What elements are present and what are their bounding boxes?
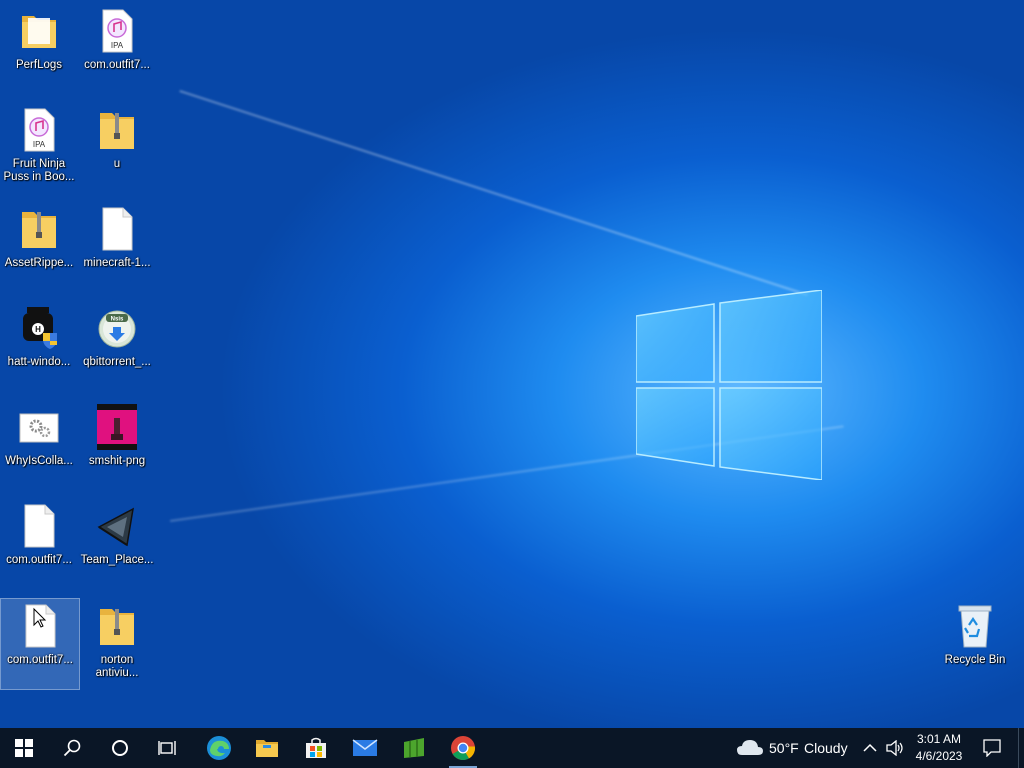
file-icon (24, 504, 55, 548)
desktop-icon-label: Team_Place... (80, 554, 154, 566)
zip-folder-icon (100, 609, 134, 645)
desktop-icon-label: norton antiviu... (95, 654, 139, 679)
clock[interactable]: 3:01 AM 4/6/2023 (908, 731, 970, 765)
mail-icon (352, 739, 378, 756)
desktop-icon-label: WhyIsColla... (5, 455, 73, 467)
search-button[interactable] (48, 728, 96, 768)
desktop-icon-label: PerfLogs (15, 59, 63, 71)
desktop-icon-assetripper[interactable]: AssetRippe... (0, 202, 78, 292)
recycle-bin-icon (958, 605, 992, 648)
chevron-up-icon (863, 743, 877, 752)
desktop-icon-label: com.outfit7... (6, 554, 72, 566)
ipa-badge: IPA (33, 140, 46, 149)
desktop-icon-com-outfit7-3[interactable]: com.outfit7... (0, 598, 80, 690)
ipa-file-icon: IPA (24, 108, 55, 152)
settings-file-icon (19, 413, 59, 443)
volume-button[interactable] (882, 728, 908, 768)
light-beam (179, 90, 808, 296)
task-view-icon (158, 741, 176, 755)
desktop-icon-team-place[interactable]: Team_Place... (78, 499, 156, 589)
green-app-icon (404, 738, 424, 758)
start-button[interactable] (0, 728, 48, 768)
show-desktop-button[interactable] (1018, 728, 1024, 768)
zip-folder-icon (100, 113, 134, 149)
action-center-button[interactable] (968, 728, 1016, 768)
weather-widget[interactable]: 50°F Cloudy (734, 728, 854, 768)
clock-time: 3:01 AM (916, 732, 962, 746)
chrome-icon (451, 736, 475, 761)
task-view-button[interactable] (144, 728, 192, 768)
notification-icon (983, 739, 1001, 757)
cloud-icon (737, 740, 763, 755)
folder-icon (256, 740, 278, 757)
installer-icon: Nsis (98, 310, 136, 348)
ipa-file-icon: IPA (102, 9, 133, 53)
store-icon (306, 737, 326, 758)
edge-button[interactable] (195, 728, 243, 768)
cortana-button[interactable] (96, 728, 144, 768)
desktop-icon-label: smshit-png (88, 455, 146, 467)
desktop-icon-com-outfit7-2[interactable]: com.outfit7... (0, 499, 78, 589)
chrome-button[interactable] (439, 728, 487, 768)
folder-icon (22, 16, 56, 48)
file-explorer-button[interactable] (243, 728, 291, 768)
desktop-icon-label: u (113, 158, 121, 170)
search-icon (63, 739, 81, 757)
desktop-icon-qbittorrent[interactable]: Nsis qbittorrent_... (78, 301, 156, 391)
svg-text:H: H (35, 325, 41, 334)
desktop-icon-label: com.outfit7... (7, 654, 73, 666)
taskbar: 50°F Cloudy 3:01 AM 4/6/2023 (0, 728, 1024, 768)
desktop-icon-fruit-ninja[interactable]: IPA Fruit Ninja Puss in Boo... (0, 103, 78, 193)
minecraft-button[interactable] (390, 728, 438, 768)
desktop-icon-label: Fruit Ninja Puss in Boo... (3, 158, 75, 183)
desktop-icon-perflogs[interactable]: PerfLogs (0, 4, 78, 94)
desktop-icon-norton-antivirus[interactable]: norton antiviu... (78, 599, 156, 689)
ipa-badge: IPA (111, 41, 124, 50)
desktop-icon-smshit-png[interactable]: smshit-png (78, 400, 156, 490)
hatt-shield-icon: H (23, 307, 57, 349)
file-icon (25, 604, 56, 648)
team-place-app-icon (97, 507, 134, 547)
store-button[interactable] (292, 728, 340, 768)
desktop-icon-label: minecraft-1... (83, 257, 151, 269)
speaker-icon (886, 740, 903, 756)
cortana-circle-icon (112, 740, 128, 756)
desktop-icon-label: hatt-windo... (7, 356, 71, 368)
image-thumbnail-icon (97, 404, 137, 450)
show-hidden-icons-button[interactable] (858, 728, 882, 768)
desktop-icon-hatt-windows[interactable]: H hatt-windo... (0, 301, 78, 391)
mail-button[interactable] (341, 728, 389, 768)
zip-folder-icon (22, 212, 56, 248)
edge-icon (207, 736, 231, 760)
desktop-icon-recycle-bin[interactable]: Recycle Bin (936, 599, 1014, 689)
desktop-icon-com-outfit7-1[interactable]: IPA com.outfit7... (78, 4, 156, 94)
windows-icon (15, 739, 33, 757)
desktop-icon-label: AssetRippe... (4, 257, 74, 269)
desktop-icon-whyiscolla[interactable]: WhyIsColla... (0, 400, 78, 490)
weather-condition: Cloudy (804, 740, 848, 756)
weather-temp: 50°F (769, 740, 799, 756)
desktop-icon-minecraft[interactable]: minecraft-1... (78, 202, 156, 292)
recycle-bin-label: Recycle Bin (944, 654, 1006, 666)
desktop-icon-u[interactable]: u (78, 103, 156, 193)
desktop-icon-label: qbittorrent_... (83, 356, 151, 368)
desktop[interactable]: PerfLogs IPA Fruit Ninja Puss in Boo... … (0, 0, 1024, 728)
clock-date: 4/6/2023 (915, 749, 963, 763)
desktop-icon-label: com.outfit7... (84, 59, 150, 71)
nsis-badge: Nsis (111, 317, 124, 323)
file-icon (102, 207, 133, 251)
windows-logo-wallpaper (636, 290, 822, 480)
